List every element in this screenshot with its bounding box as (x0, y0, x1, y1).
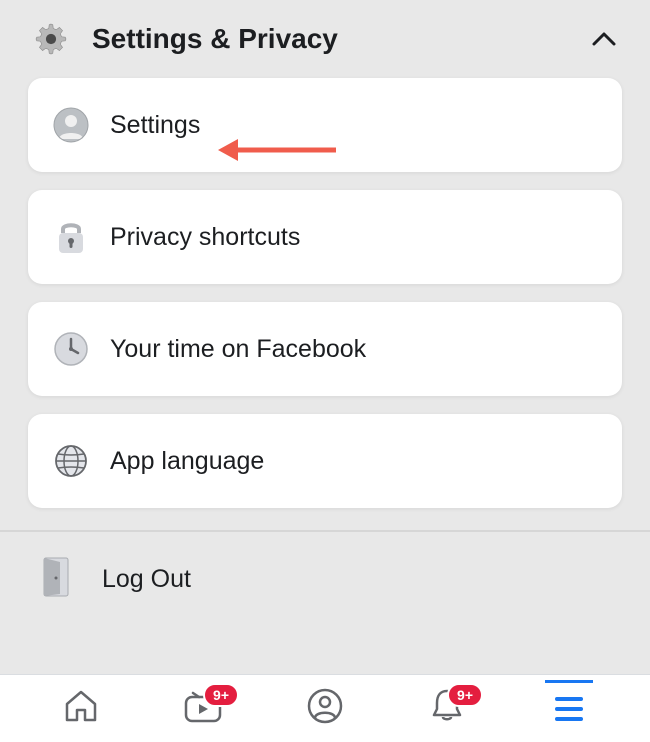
hamburger-icon (555, 697, 583, 721)
item-label: Settings (110, 111, 200, 140)
item-label: Your time on Facebook (110, 335, 366, 364)
nav-menu[interactable] (537, 681, 601, 737)
nav-watch[interactable]: 9+ (171, 681, 235, 737)
settings-privacy-header[interactable]: Settings & Privacy (0, 0, 650, 78)
bottom-nav: 9+ 9+ (0, 674, 650, 742)
item-label: App language (110, 447, 264, 476)
globe-icon (52, 442, 90, 480)
lock-icon (52, 218, 90, 256)
notifications-badge: 9+ (447, 683, 483, 707)
app-language-item[interactable]: App language (28, 414, 622, 508)
profile-circle-icon (307, 688, 343, 729)
watch-badge: 9+ (203, 683, 239, 707)
logout-item[interactable]: Log Out (0, 532, 650, 627)
section-title: Settings & Privacy (92, 23, 568, 55)
nav-home[interactable] (49, 681, 113, 737)
active-indicator (545, 680, 593, 683)
home-icon (63, 688, 99, 729)
logout-label: Log Out (102, 565, 191, 594)
settings-items: Settings Privacy shortcuts Your time on … (0, 78, 650, 508)
item-label: Privacy shortcuts (110, 223, 300, 252)
chevron-up-icon[interactable] (590, 25, 618, 53)
privacy-shortcuts-item[interactable]: Privacy shortcuts (28, 190, 622, 284)
nav-notifications[interactable]: 9+ (415, 681, 479, 737)
your-time-item[interactable]: Your time on Facebook (28, 302, 622, 396)
settings-item[interactable]: Settings (28, 78, 622, 172)
clock-icon (52, 330, 90, 368)
door-icon (42, 556, 74, 603)
gear-icon (32, 20, 70, 58)
nav-profile[interactable] (293, 681, 357, 737)
profile-icon (52, 106, 90, 144)
